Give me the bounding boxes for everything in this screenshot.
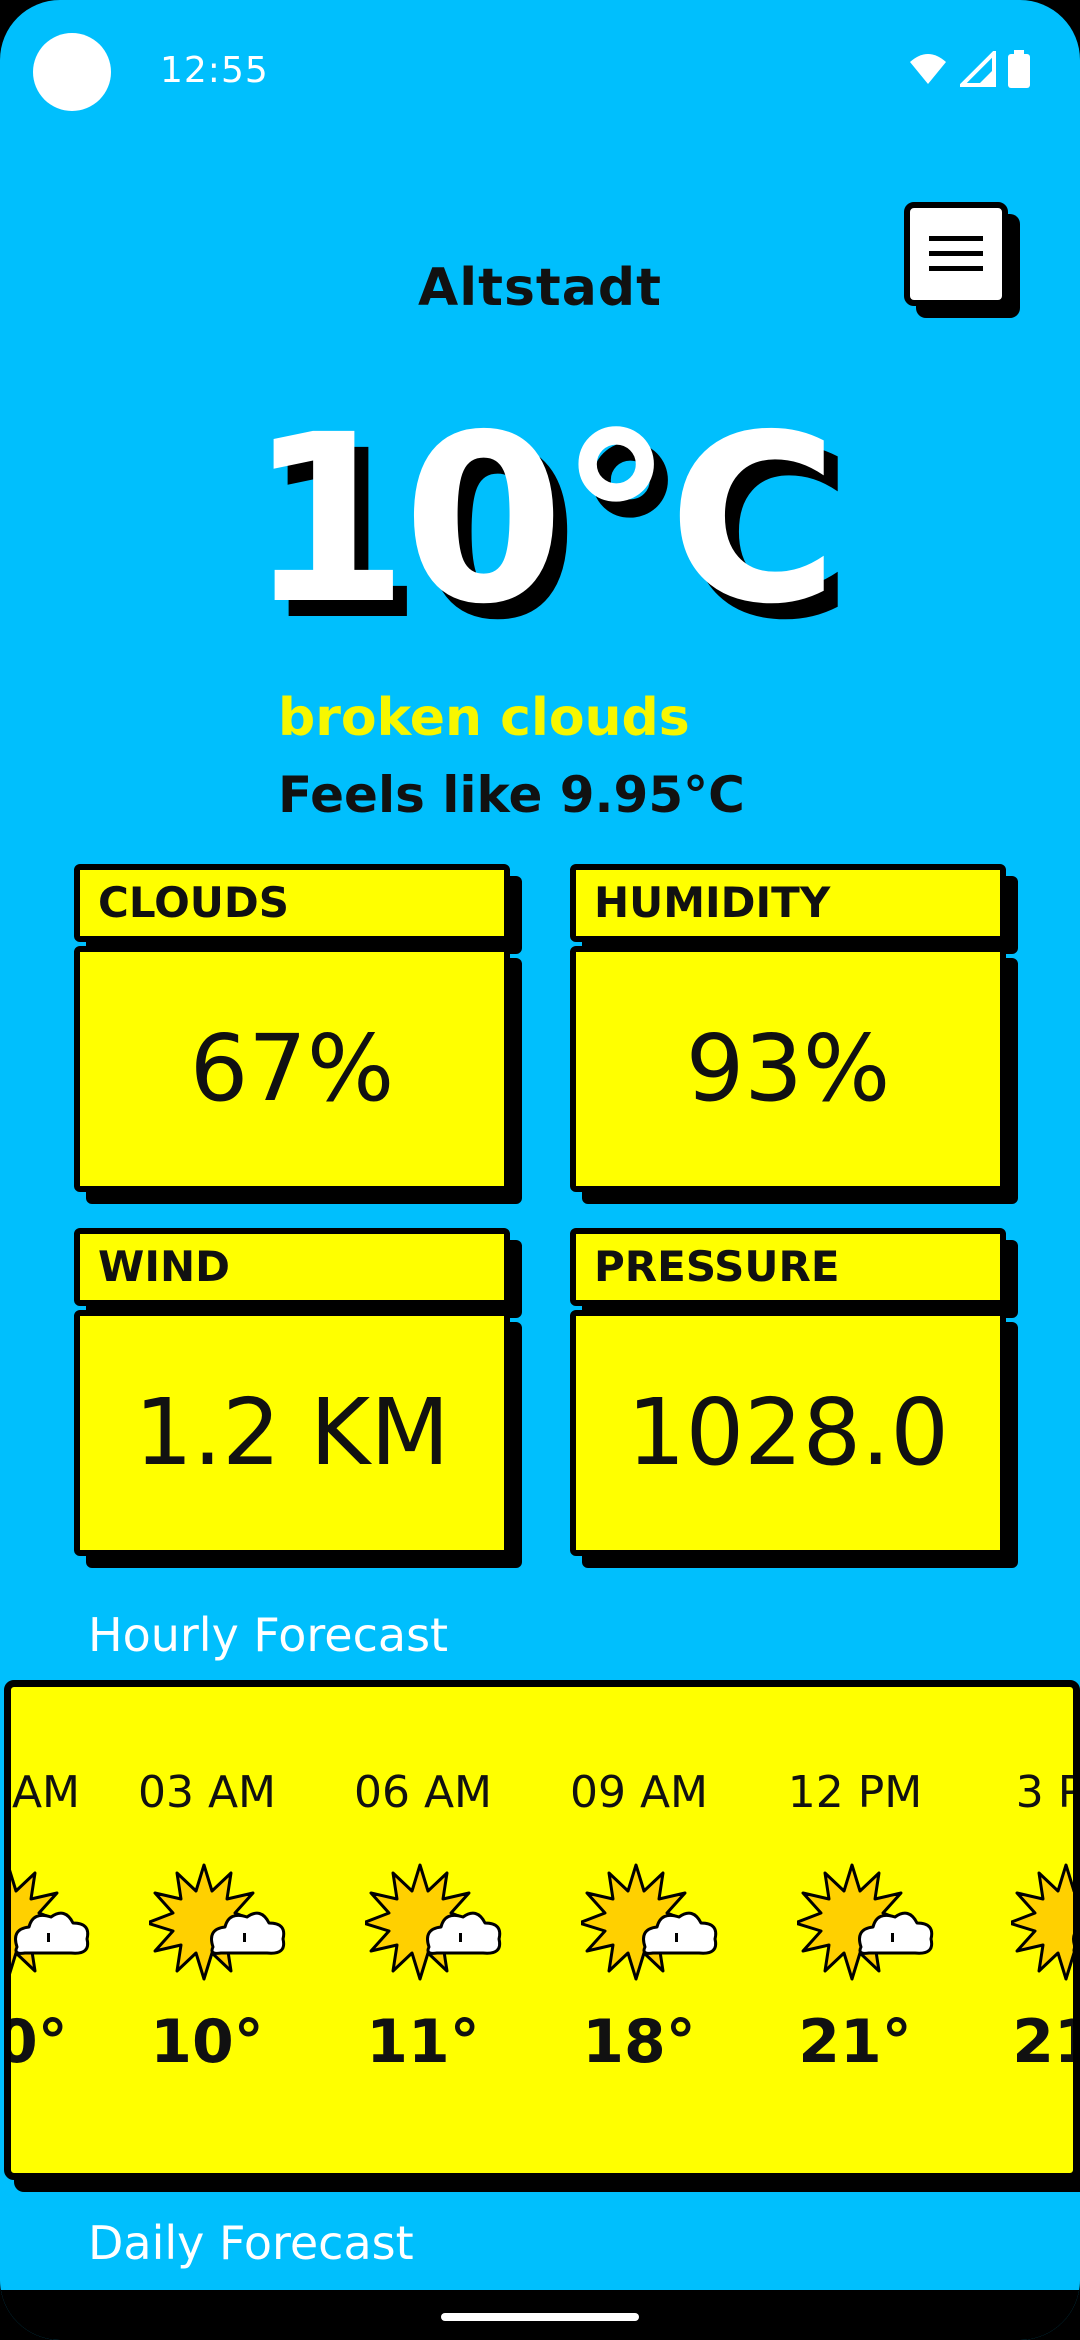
partly-cloudy-icon: [1011, 1863, 1073, 1981]
hourly-time: 09 AM: [569, 1767, 709, 1818]
current-temperature: 10°C 10°C: [0, 385, 1080, 661]
hourly-forecast-strip[interactable]: 12 AM 10° 03 AM 10° 06 AM 11° 09 AM 18° …: [4, 1680, 1080, 2180]
home-gesture-handle[interactable]: [441, 2313, 639, 2321]
status-time: 12:55: [160, 50, 269, 91]
status-icons: [908, 48, 1030, 90]
pressure-label: PRESSURE: [570, 1228, 1006, 1306]
hourly-item: 3 PM 21°: [961, 1687, 1073, 2173]
hourly-item: 12 PM 21°: [747, 1687, 963, 2173]
hourly-item: 06 AM 11°: [315, 1687, 531, 2173]
temperature-value: 10°C: [247, 385, 838, 655]
camera-cutout: [33, 33, 111, 111]
daily-forecast-title: Daily Forecast: [88, 2216, 414, 2270]
humidity-value: 93%: [570, 946, 1006, 1192]
partly-cloudy-icon: [797, 1863, 934, 1981]
hourly-time: 12 PM: [787, 1767, 923, 1818]
partly-cloudy-icon: [149, 1863, 286, 1981]
weather-description: broken clouds: [278, 688, 690, 748]
clouds-value: 67%: [74, 946, 510, 1192]
partly-cloudy-icon: [11, 1863, 90, 1981]
humidity-label: HUMIDITY: [570, 864, 1006, 942]
hourly-time: 03 AM: [137, 1767, 277, 1818]
hourly-forecast-title: Hourly Forecast: [88, 1608, 449, 1662]
app-screen: 12:55 Altstadt 10°C 10°C broken clouds F…: [0, 0, 1080, 2340]
hourly-time: 06 AM: [353, 1767, 493, 1818]
hourly-temp: 11°: [366, 2007, 480, 2077]
pressure-value: 1028.0: [570, 1310, 1006, 1556]
partly-cloudy-icon: [365, 1863, 502, 1981]
menu-button[interactable]: [904, 202, 1008, 306]
battery-icon: [1008, 50, 1030, 88]
wifi-icon: [910, 54, 946, 84]
hourly-temp: 21°: [798, 2007, 912, 2077]
wind-value: 1.2 KM: [74, 1310, 510, 1556]
signal-icon: [960, 51, 996, 87]
partly-cloudy-icon: [581, 1863, 718, 1981]
hourly-temp: 10°: [150, 2007, 264, 2077]
hamburger-menu-icon: [929, 236, 983, 271]
feels-like: Feels like 9.95°C: [278, 766, 745, 824]
hourly-item: 03 AM 10°: [99, 1687, 315, 2173]
wind-label: WIND: [74, 1228, 510, 1306]
hourly-temp: 18°: [582, 2007, 696, 2077]
hourly-item: 09 AM 18°: [531, 1687, 747, 2173]
hourly-temp: 21°: [1012, 2007, 1073, 2077]
status-bar: 12:55: [0, 0, 1080, 140]
clouds-label: CLOUDS: [74, 864, 510, 942]
hourly-time: 3 PM: [1015, 1767, 1073, 1818]
